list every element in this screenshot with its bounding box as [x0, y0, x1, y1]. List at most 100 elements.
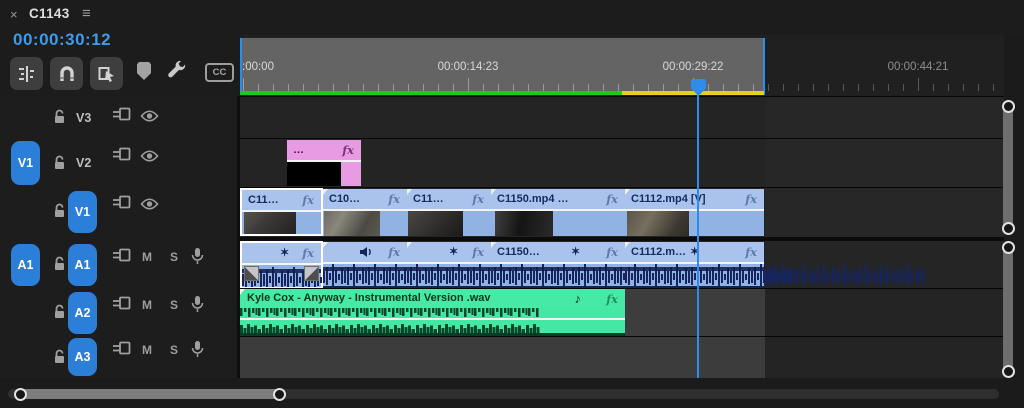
fade-out-handle[interactable]	[304, 266, 319, 281]
sync-lock-icon[interactable]	[112, 107, 131, 122]
fx-badge: fx	[388, 245, 400, 259]
track-row-v1[interactable]: C11… fx C10… fx C11… fx C1150.mp4 … fx C…	[240, 188, 1004, 237]
mute-button[interactable]: M	[142, 298, 152, 312]
nest-icon	[18, 65, 34, 82]
snap-button[interactable]	[50, 57, 83, 90]
track-row-v2[interactable]: … fx	[240, 139, 1004, 187]
lock-icon[interactable]	[52, 109, 67, 125]
source-patch-v1[interactable]: V1	[11, 141, 40, 185]
fx-badge: fx	[606, 245, 618, 259]
speaker-icon	[360, 247, 371, 257]
toggle-track-output-eye-icon[interactable]	[140, 110, 159, 122]
clip-video[interactable]: C1150.mp4 … fx	[491, 189, 625, 236]
track-row-a2[interactable]: Kyle Cox - Anyway - Instrumental Version…	[240, 289, 1004, 337]
mute-button[interactable]: M	[142, 250, 152, 264]
sync-lock-icon[interactable]	[112, 147, 131, 162]
clip-thumbnail	[244, 212, 296, 234]
panel-menu-icon[interactable]: ≡	[82, 5, 91, 22]
track-target-v1[interactable]: V1	[68, 191, 97, 233]
linked-selection-button[interactable]	[90, 57, 123, 90]
mute-button[interactable]: M	[142, 343, 152, 357]
clip-label: C11…	[248, 194, 279, 206]
render-bar-green	[240, 91, 622, 95]
magnet-icon	[59, 65, 74, 81]
fx-badge: fx	[472, 245, 484, 259]
fx-badge: fx	[606, 292, 618, 306]
clip-label: C11…	[413, 193, 444, 205]
track-target-a2[interactable]: A2	[68, 292, 97, 334]
clip-video[interactable]: C11… fx	[407, 189, 491, 236]
toggle-track-output-eye-icon[interactable]	[140, 150, 159, 162]
clip-audio[interactable]: fx	[323, 242, 623, 288]
lock-icon[interactable]	[52, 349, 67, 365]
playhead-timecode[interactable]: 00:00:30:12	[13, 30, 111, 50]
captions-cc-icon[interactable]: CC	[205, 63, 234, 82]
clip-audio[interactable]: ✶ fx	[407, 242, 707, 288]
lock-icon[interactable]	[52, 155, 67, 171]
video-scroll-handle-top[interactable]	[1002, 100, 1015, 113]
clip-graphic[interactable]: … fx	[287, 140, 361, 186]
clip-video[interactable]: C11… fx	[240, 188, 323, 236]
clip-audio[interactable]: C1112.m… ✶ fx	[625, 242, 925, 288]
fx-badge: fx	[745, 192, 757, 206]
audio-tracks-scrollbar[interactable]	[1003, 241, 1013, 377]
insert-overwrite-nest-button[interactable]	[10, 57, 43, 90]
zoom-handle-left[interactable]	[14, 388, 27, 401]
fade-in-handle[interactable]	[244, 266, 259, 281]
toggle-track-output-eye-icon[interactable]	[140, 198, 159, 210]
source-patch-a1[interactable]: A1	[11, 244, 40, 286]
lock-icon[interactable]	[52, 256, 67, 272]
auto-keyframe-icon: ✶	[571, 246, 581, 258]
sync-lock-icon[interactable]	[112, 195, 131, 210]
clip-video[interactable]: C10… fx	[323, 189, 407, 236]
add-marker-icon[interactable]	[137, 62, 151, 80]
render-bar-yellow	[622, 91, 764, 95]
clip-label: C1112.mp4 [V]	[631, 193, 706, 205]
sync-lock-icon[interactable]	[112, 248, 131, 263]
playhead-line[interactable]	[697, 79, 699, 378]
track-name-v3[interactable]: V3	[76, 111, 91, 125]
lock-icon[interactable]	[52, 203, 67, 219]
fx-badge: fx	[472, 192, 484, 206]
fx-badge: fx	[388, 192, 400, 206]
solo-button[interactable]: S	[170, 250, 178, 264]
track-target-a1[interactable]: A1	[68, 244, 97, 286]
auto-keyframe-icon: ✶	[449, 246, 459, 258]
audio-scroll-handle-top[interactable]	[1002, 241, 1015, 254]
out-point-marker[interactable]	[763, 38, 765, 95]
music-note-icon: ♪	[574, 291, 582, 306]
voiceover-record-mic-icon[interactable]	[191, 340, 204, 358]
video-scroll-handle-bottom[interactable]	[1002, 222, 1015, 235]
lock-icon[interactable]	[52, 304, 67, 320]
audio-scroll-handle-bottom[interactable]	[1002, 365, 1015, 378]
clip-label: C1112.m…	[631, 246, 687, 258]
clip-music[interactable]: Kyle Cox - Anyway - Instrumental Version…	[240, 289, 625, 336]
clip-audio[interactable]: ✶ fx	[240, 241, 542, 289]
track-row-v3[interactable]	[240, 97, 1004, 138]
horizontal-zoom-scrollbar[interactable]	[14, 389, 286, 399]
clip-thumbnail	[324, 211, 380, 236]
sequence-tab-title[interactable]: C1143	[29, 6, 70, 21]
video-tracks-scrollbar[interactable]	[1003, 100, 1013, 235]
close-panel-icon[interactable]: ×	[10, 7, 18, 22]
track-name-v2[interactable]: V2	[76, 156, 91, 170]
ruler-label: 00:00:29:22	[662, 61, 724, 73]
time-ruler[interactable]: :00:00 00:00:14:23 00:00:29:22 00:00:44:…	[240, 35, 1004, 97]
voiceover-record-mic-icon[interactable]	[191, 295, 204, 313]
sync-lock-icon[interactable]	[112, 296, 131, 311]
solo-button[interactable]: S	[170, 298, 178, 312]
voiceover-record-mic-icon[interactable]	[191, 247, 204, 265]
sync-lock-icon[interactable]	[112, 341, 131, 356]
track-target-a3[interactable]: A3	[68, 338, 97, 376]
clip-video[interactable]: C1112.mp4 [V] fx	[625, 189, 764, 236]
clip-audio[interactable]: C1150… ✶ fx	[491, 242, 791, 288]
solo-button[interactable]: S	[170, 343, 178, 357]
zoom-handle-right[interactable]	[273, 388, 286, 401]
clip-label: C1150.mp4 …	[497, 193, 569, 205]
track-row-a1[interactable]: ✶ fx fx ✶ fx C1150… ✶ fx C1112.m… ✶ fx	[240, 241, 1004, 289]
track-row-a3[interactable]	[240, 337, 1004, 378]
timeline-settings-wrench-icon[interactable]	[165, 58, 189, 82]
fx-badge: fx	[745, 245, 757, 259]
clip-thumbnail	[495, 211, 553, 236]
clip-thumbnail	[627, 211, 689, 236]
